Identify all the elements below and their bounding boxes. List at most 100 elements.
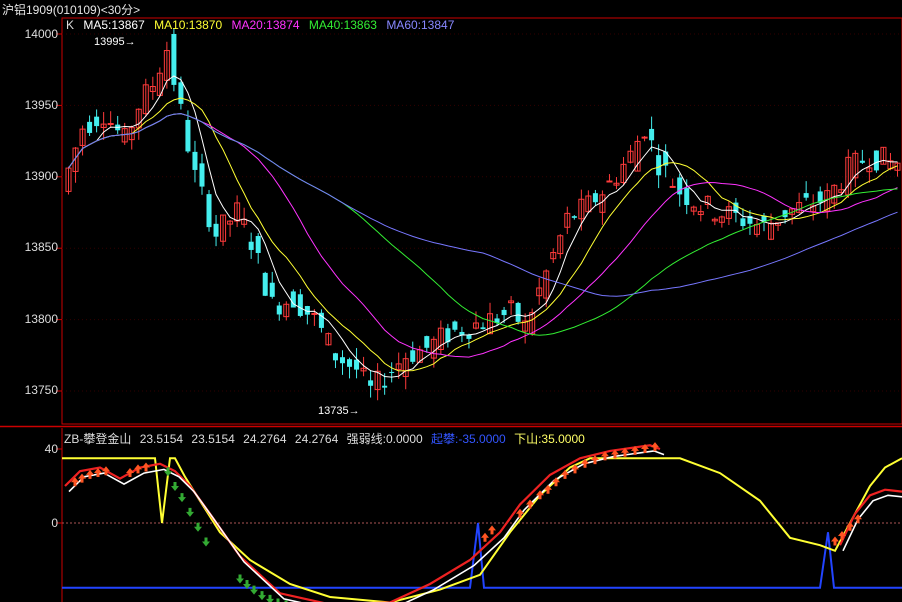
candle[interactable] [803, 181, 809, 201]
candle[interactable] [171, 28, 177, 92]
candle[interactable] [718, 215, 725, 228]
candle[interactable] [94, 109, 100, 133]
candle[interactable] [213, 215, 219, 247]
candle[interactable] [459, 326, 465, 343]
candle[interactable] [747, 210, 753, 235]
candle[interactable] [424, 335, 430, 353]
candle[interactable] [599, 190, 606, 225]
candlestick-series[interactable] [65, 28, 901, 401]
candle[interactable] [711, 217, 718, 226]
candle-body-down [382, 385, 388, 388]
candle[interactable] [894, 161, 901, 177]
candle[interactable] [859, 149, 865, 165]
candle[interactable] [297, 289, 303, 318]
candle[interactable] [880, 146, 887, 165]
candle[interactable] [466, 333, 472, 349]
candle[interactable] [65, 166, 72, 195]
candle[interactable] [543, 269, 550, 308]
candle[interactable] [725, 200, 732, 226]
candle[interactable] [649, 116, 655, 152]
chart-canvas[interactable] [0, 0, 902, 602]
candle[interactable] [410, 341, 416, 364]
candle[interactable] [199, 153, 205, 195]
candle[interactable] [620, 157, 627, 186]
candle[interactable] [347, 357, 353, 379]
candle[interactable] [852, 150, 859, 188]
candle[interactable] [480, 322, 486, 330]
candle[interactable] [775, 222, 782, 232]
candle[interactable] [72, 147, 79, 183]
candle[interactable] [606, 174, 613, 183]
candle[interactable] [374, 363, 381, 401]
high-price-value: 13995 [94, 36, 125, 48]
candle[interactable] [845, 149, 852, 198]
candle[interactable] [339, 350, 346, 375]
candle[interactable] [248, 232, 254, 259]
candle[interactable] [241, 207, 248, 228]
candle-body-down [262, 272, 268, 296]
candle[interactable] [690, 205, 697, 216]
candle[interactable] [571, 215, 577, 220]
candle[interactable] [817, 186, 823, 213]
candle[interactable] [269, 271, 275, 299]
candle[interactable] [627, 144, 634, 164]
candle[interactable] [87, 115, 93, 136]
candle-body-down [684, 188, 690, 206]
candle[interactable] [332, 352, 338, 369]
down-arrow-icon [258, 591, 266, 601]
candle[interactable] [585, 190, 592, 213]
candle[interactable] [663, 144, 669, 178]
candle[interactable] [178, 76, 184, 110]
candle-body-down [740, 218, 746, 227]
candle[interactable] [613, 177, 620, 190]
candle[interactable] [508, 296, 515, 315]
down-arrow-icon [276, 598, 280, 602]
candle[interactable] [325, 332, 332, 346]
candle[interactable] [354, 348, 360, 379]
candle-body-down [480, 327, 486, 330]
candle[interactable] [142, 78, 149, 117]
candle[interactable] [262, 271, 268, 297]
candle[interactable] [149, 76, 156, 100]
candle[interactable] [227, 220, 234, 237]
candle[interactable] [592, 189, 598, 206]
candle[interactable] [368, 370, 374, 398]
candle[interactable] [220, 214, 227, 246]
candle[interactable] [276, 301, 282, 321]
candle-body-down [803, 193, 809, 198]
candle[interactable] [255, 233, 261, 264]
candle[interactable] [206, 189, 212, 232]
candle[interactable] [100, 112, 107, 140]
candle[interactable] [437, 320, 444, 355]
candle[interactable] [838, 183, 845, 196]
candle[interactable] [522, 313, 529, 344]
candle[interactable] [550, 248, 557, 263]
candle[interactable] [234, 195, 241, 228]
candle[interactable] [740, 208, 746, 230]
candle[interactable] [192, 140, 198, 183]
candle[interactable] [389, 362, 395, 383]
candle[interactable] [753, 219, 760, 238]
candle[interactable] [536, 277, 543, 305]
candle[interactable] [515, 301, 521, 325]
candle[interactable] [697, 205, 704, 222]
candle[interactable] [487, 302, 494, 335]
candle[interactable] [318, 309, 324, 333]
candle[interactable] [557, 234, 564, 259]
candle[interactable] [669, 178, 676, 188]
candle[interactable] [107, 111, 114, 127]
candle[interactable] [564, 206, 571, 235]
candle[interactable] [452, 320, 458, 332]
candle[interactable] [283, 301, 290, 321]
candle[interactable] [641, 135, 648, 142]
candle[interactable] [128, 125, 135, 150]
candle[interactable] [304, 305, 310, 325]
climb-arrow-icon [561, 469, 569, 479]
price-label-14000: 14000 [24, 27, 58, 41]
candle[interactable] [789, 208, 796, 225]
candle[interactable] [634, 135, 641, 172]
candle[interactable] [115, 115, 121, 134]
candle[interactable] [866, 158, 873, 183]
candle[interactable] [445, 323, 451, 348]
indicator-panel[interactable] [62, 442, 902, 602]
